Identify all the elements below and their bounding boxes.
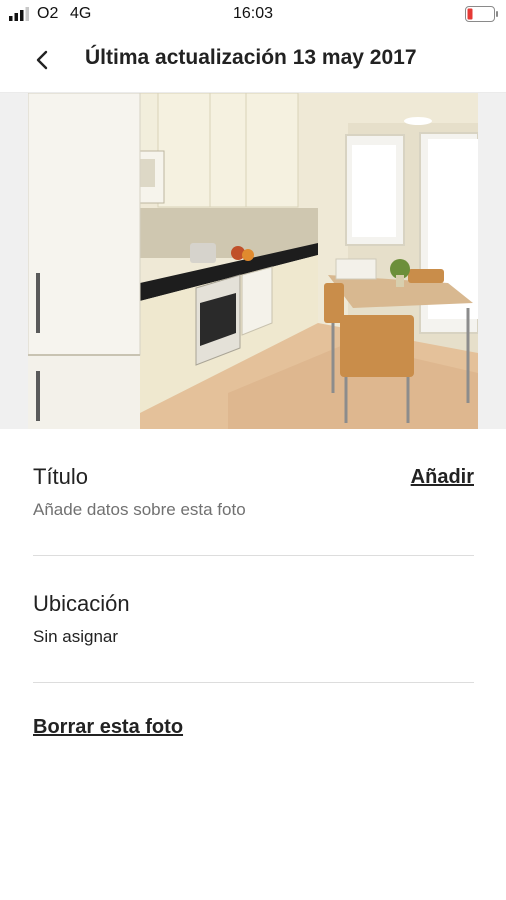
- location-label: Ubicación: [33, 591, 130, 616]
- chevron-left-icon: [36, 50, 48, 70]
- delete-photo-button[interactable]: Borrar esta foto: [33, 716, 183, 739]
- title-placeholder: Añade datos sobre esta foto: [33, 500, 246, 519]
- top-bar: Última actualización 13 may 2017: [0, 28, 506, 93]
- title-section: Título Añadir Añade datos sobre esta fot…: [33, 464, 474, 520]
- divider: [33, 682, 474, 683]
- page-title: Última actualización 13 may 2017: [85, 46, 417, 69]
- photo-container: [0, 93, 506, 429]
- battery-icon: [465, 6, 498, 22]
- status-bar: O2 4G 16:03: [0, 0, 506, 28]
- status-time: 16:03: [232, 5, 274, 22]
- divider: [33, 555, 474, 556]
- back-button[interactable]: [24, 46, 60, 74]
- location-value: Sin asignar: [33, 627, 119, 646]
- title-label: Título: [33, 464, 89, 489]
- location-section[interactable]: Ubicación Sin asignar: [33, 591, 474, 647]
- kitchen-photo: [28, 93, 478, 429]
- add-title-button[interactable]: Añadir: [411, 466, 474, 489]
